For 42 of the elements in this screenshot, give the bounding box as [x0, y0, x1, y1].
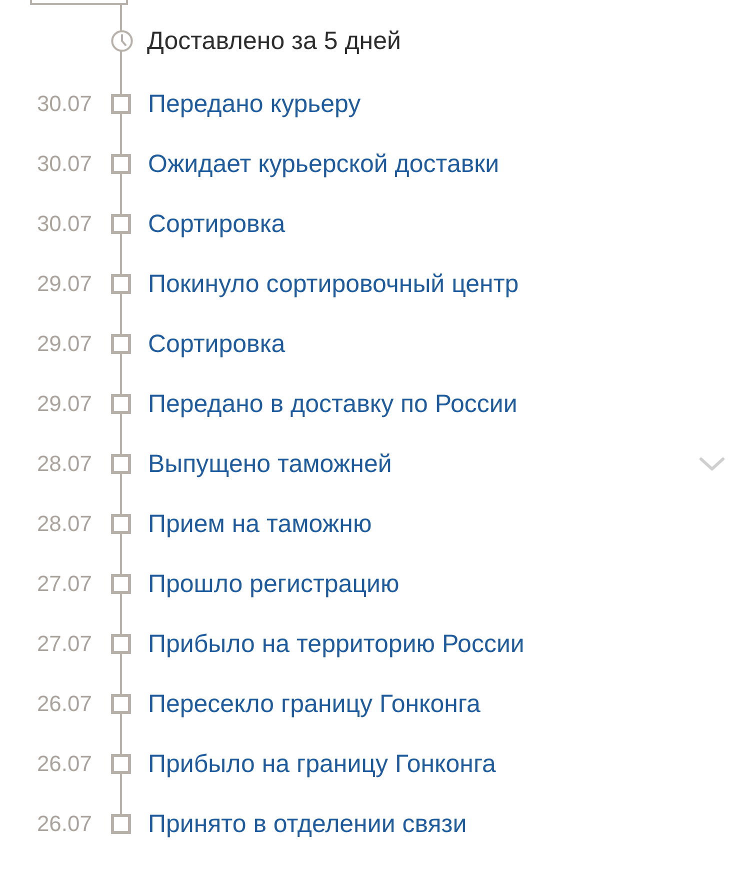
event-status: Покинуло сортировочный центр — [148, 270, 519, 298]
square-marker-icon — [111, 274, 131, 294]
square-marker-icon — [111, 214, 131, 234]
event-status: Передано курьеру — [148, 90, 361, 118]
event-status: Прием на таможню — [148, 510, 372, 538]
event-date: 27.07 — [36, 631, 92, 657]
event-status: Прибыло на территорию России — [148, 630, 524, 658]
event-status: Сортировка — [148, 330, 286, 358]
clock-icon — [111, 30, 133, 52]
event-date: 26.07 — [36, 691, 92, 717]
event-status: Принято в отделении связи — [148, 810, 467, 838]
square-marker-icon — [111, 94, 131, 114]
square-marker-icon — [111, 334, 131, 354]
expand-toggle[interactable] — [699, 456, 725, 472]
event-status: Сортировка — [148, 210, 286, 238]
event-date: 27.07 — [36, 571, 92, 597]
event-date: 30.07 — [36, 151, 92, 177]
event-status: Ожидает курьерской доставки — [148, 150, 500, 178]
square-marker-icon — [111, 754, 131, 774]
event-date: 29.07 — [36, 391, 92, 417]
event-date: 29.07 — [36, 331, 92, 357]
event-status: Передано в доставку по России — [148, 390, 518, 418]
square-marker-icon — [111, 634, 131, 654]
event-date: 26.07 — [36, 811, 92, 837]
event-status: Выпущено таможней — [148, 450, 392, 478]
square-marker-icon — [111, 154, 131, 174]
delivery-summary: Доставлено за 5 дней — [147, 26, 401, 56]
event-date: 30.07 — [36, 211, 92, 237]
event-date: 28.07 — [36, 511, 92, 537]
event-date: 28.07 — [36, 451, 92, 477]
event-date: 29.07 — [36, 271, 92, 297]
event-status: Прибыло на границу Гонконга — [148, 750, 496, 778]
event-date: 30.07 — [36, 91, 92, 117]
square-marker-icon — [111, 454, 131, 474]
event-date: 26.07 — [36, 751, 92, 777]
event-status: Прошло регистрацию — [148, 570, 400, 598]
square-marker-icon — [111, 694, 131, 714]
square-marker-icon — [111, 814, 131, 834]
square-marker-icon — [111, 574, 131, 594]
event-status: Пересекло границу Гонконга — [148, 690, 480, 718]
square-marker-icon — [111, 514, 131, 534]
square-marker-icon — [111, 394, 131, 414]
